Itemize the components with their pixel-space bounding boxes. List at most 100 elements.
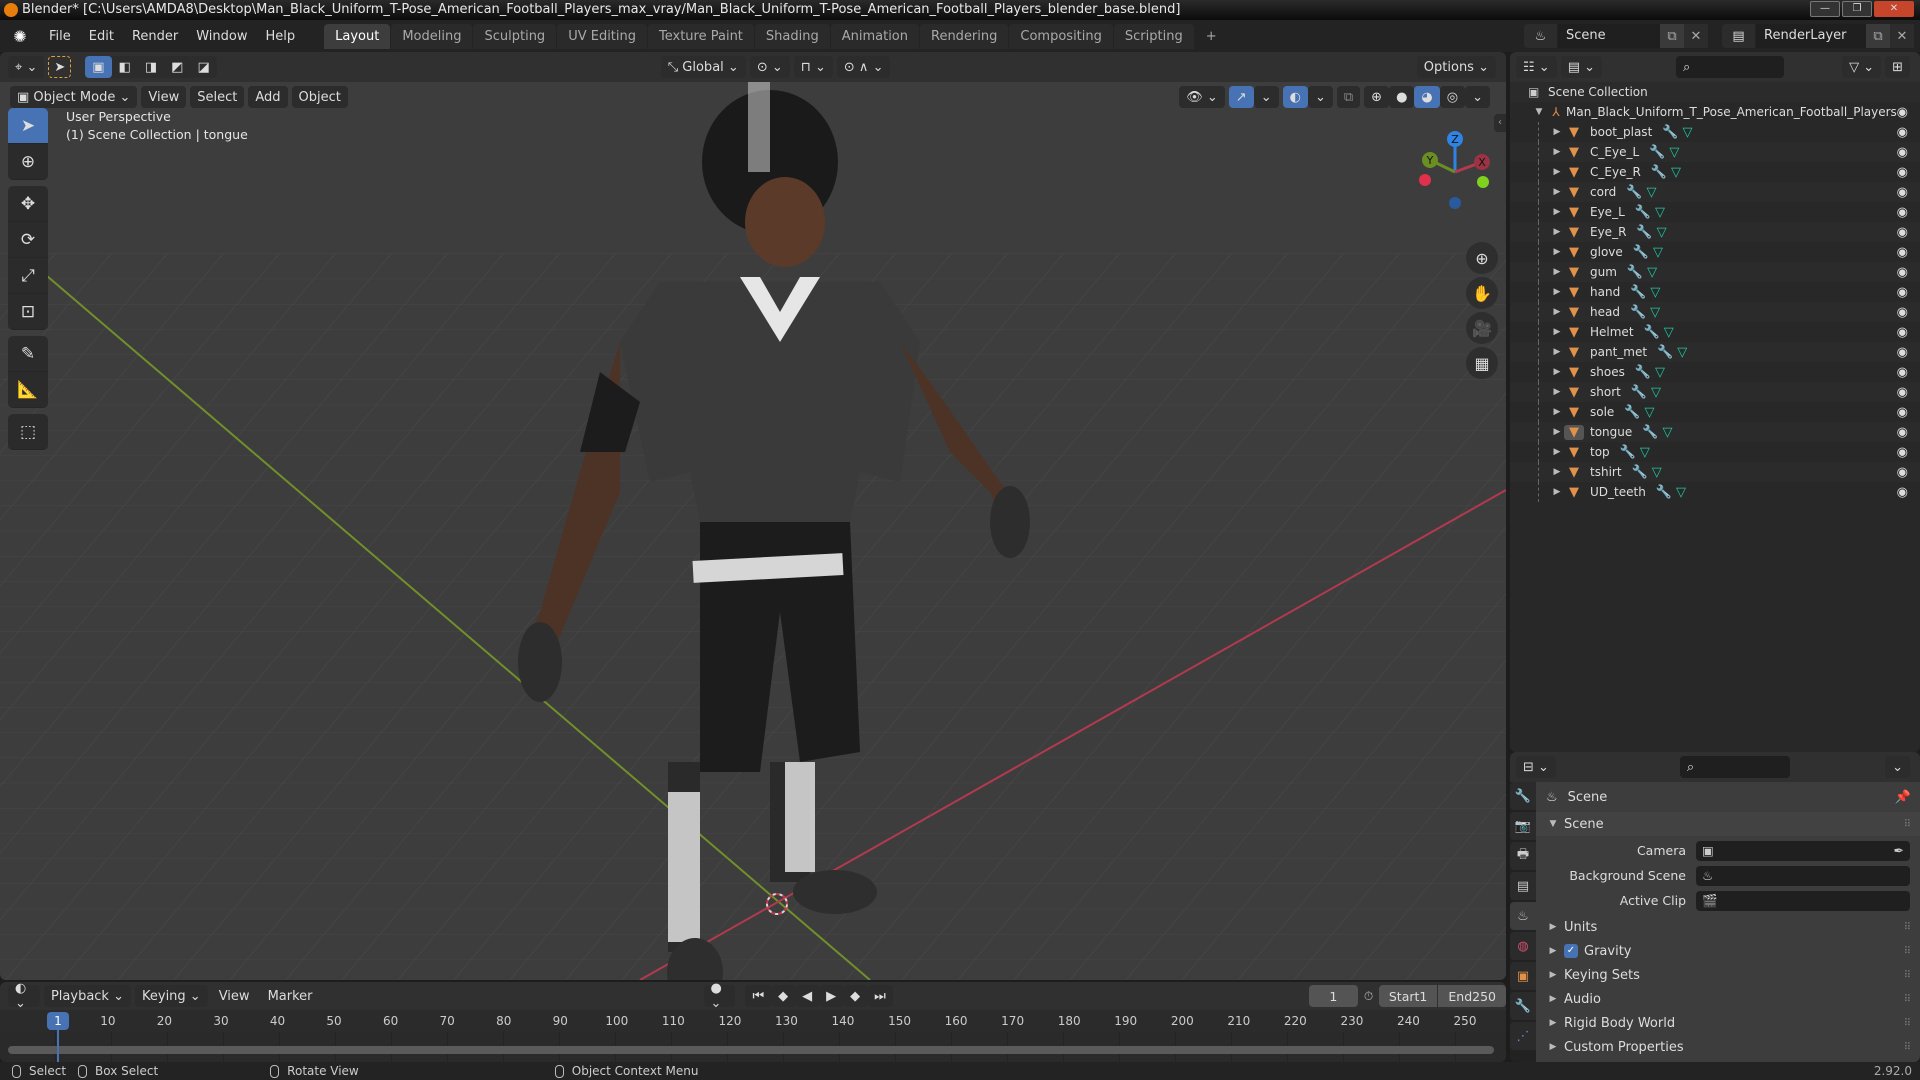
visibility-eye-icon[interactable]: ◉ bbox=[1897, 265, 1908, 280]
tab-sculpting[interactable]: Sculpting bbox=[473, 23, 557, 49]
expand-triangle-icon[interactable]: ▶ bbox=[1550, 267, 1564, 277]
select-mode-extend[interactable]: ◧ bbox=[111, 56, 138, 78]
outliner-object-row[interactable]: ▶ ▼ hand 🔧 ▽ ◉ bbox=[1510, 282, 1920, 302]
mesh-data-icon[interactable]: ▽ bbox=[1652, 465, 1662, 480]
modifier-wrench-icon[interactable]: 🔧 bbox=[1630, 305, 1646, 320]
menu-edit[interactable]: Edit bbox=[80, 29, 123, 44]
expand-triangle-icon[interactable]: ▶ bbox=[1550, 127, 1564, 137]
modifier-wrench-icon[interactable]: 🔧 bbox=[1644, 325, 1660, 340]
expand-triangle-icon[interactable]: ▶ bbox=[1550, 287, 1564, 297]
gravity-checkbox[interactable]: ✓ bbox=[1564, 944, 1578, 958]
close-button[interactable]: ✕ bbox=[1874, 1, 1914, 17]
visibility-eye-icon[interactable]: ◉ bbox=[1897, 125, 1908, 140]
mesh-data-icon[interactable]: ▽ bbox=[1676, 485, 1686, 500]
auto-keying-toggle[interactable]: ● ⌄ bbox=[703, 982, 736, 1011]
outliner-filter-view-layer[interactable]: ▤ ⌄ bbox=[1560, 56, 1602, 78]
modifier-tab[interactable]: 🔧 bbox=[1510, 992, 1536, 1020]
outliner-object-row[interactable]: ▶ ▼ pant_met 🔧 ▽ ◉ bbox=[1510, 342, 1920, 362]
visibility-eye-icon[interactable]: ◉ bbox=[1897, 465, 1908, 480]
outliner-filter-dropdown[interactable]: ▽ ⌄ bbox=[1842, 56, 1882, 78]
annotate-tool[interactable]: ✎ bbox=[8, 336, 48, 372]
visibility-eye-icon[interactable]: ◉ bbox=[1897, 445, 1908, 460]
expand-triangle-icon[interactable]: ▶ bbox=[1550, 367, 1564, 377]
visibility-eye-icon[interactable]: ◉ bbox=[1897, 105, 1908, 120]
add-workspace-button[interactable]: + bbox=[1195, 24, 1228, 49]
zoom-view-button[interactable]: ⊕ bbox=[1466, 242, 1498, 274]
properties-editor-type[interactable]: ⊟ ⌄ bbox=[1516, 756, 1556, 778]
mesh-data-icon[interactable]: ▽ bbox=[1662, 425, 1672, 440]
mesh-data-icon[interactable]: ▽ bbox=[1650, 305, 1660, 320]
tool-tab[interactable]: 🔧 bbox=[1510, 782, 1536, 810]
jump-to-end-button[interactable]: ⏭ bbox=[867, 985, 893, 1007]
scale-tool[interactable]: ⤢ bbox=[8, 258, 48, 294]
modifier-wrench-icon[interactable]: 🔧 bbox=[1620, 445, 1636, 460]
outliner-object-row[interactable]: ▶ ▼ gum 🔧 ▽ ◉ bbox=[1510, 262, 1920, 282]
keying-sets-panel[interactable]: ▶ Keying Sets ⠿ bbox=[1536, 963, 1920, 987]
expand-triangle-icon[interactable]: ▶ bbox=[1550, 427, 1564, 437]
options-dropdown[interactable]: Options ⌄ bbox=[1416, 56, 1496, 78]
outliner-display-mode[interactable]: ☷ ⌄ bbox=[1516, 56, 1557, 78]
custom-properties-panel[interactable]: ▶ Custom Properties ⠿ bbox=[1536, 1035, 1920, 1059]
xray-toggle[interactable]: ⧉ bbox=[1336, 86, 1361, 108]
select-box-tool[interactable]: ➤ bbox=[8, 108, 48, 144]
modifier-wrench-icon[interactable]: 🔧 bbox=[1649, 145, 1665, 160]
mesh-data-icon[interactable]: ▽ bbox=[1653, 245, 1663, 260]
pan-view-button[interactable]: ✋ bbox=[1466, 277, 1498, 309]
keying-menu[interactable]: Keying ⌄ bbox=[135, 985, 208, 1007]
tab-uv-editing[interactable]: UV Editing bbox=[557, 23, 648, 49]
select-mode-new[interactable]: ▣ bbox=[85, 56, 112, 78]
gizmo-toggle[interactable]: ↗ bbox=[1228, 86, 1254, 108]
shading-rendered[interactable]: ◎ bbox=[1439, 86, 1466, 108]
mesh-data-icon[interactable]: ▽ bbox=[1657, 225, 1667, 240]
active-clip-field[interactable]: 🎬 bbox=[1696, 890, 1910, 911]
eyedropper-icon[interactable]: ✒ bbox=[1894, 843, 1904, 858]
background-scene-field[interactable]: ♨ bbox=[1696, 865, 1910, 886]
outliner-object-row[interactable]: ▶ ▼ tongue 🔧 ▽ ◉ bbox=[1510, 422, 1920, 442]
menu-view[interactable]: View bbox=[141, 86, 187, 108]
camera-view-button[interactable]: 🎥 bbox=[1466, 312, 1498, 344]
mesh-data-icon[interactable]: ▽ bbox=[1671, 165, 1681, 180]
modifier-wrench-icon[interactable]: 🔧 bbox=[1662, 125, 1678, 140]
modifier-wrench-icon[interactable]: 🔧 bbox=[1651, 165, 1667, 180]
transform-orientation-dropdown[interactable]: ⤡ Global ⌄ bbox=[660, 56, 746, 78]
visibility-eye-icon[interactable]: ◉ bbox=[1897, 165, 1908, 180]
particles-tab[interactable]: ⋰ bbox=[1510, 1022, 1536, 1050]
modifier-wrench-icon[interactable]: 🔧 bbox=[1656, 485, 1672, 500]
shading-material-preview[interactable]: ◕ bbox=[1414, 86, 1440, 108]
delete-view-layer-button[interactable]: ✕ bbox=[1890, 24, 1914, 48]
visibility-eye-icon[interactable]: ◉ bbox=[1897, 405, 1908, 420]
view-layer-tab[interactable]: ▤ bbox=[1510, 872, 1536, 900]
expand-triangle-icon[interactable]: ▶ bbox=[1550, 207, 1564, 217]
expand-triangle-icon[interactable]: ▶ bbox=[1550, 187, 1564, 197]
tab-rendering[interactable]: Rendering bbox=[920, 23, 1009, 49]
visibility-eye-icon[interactable]: ◉ bbox=[1897, 485, 1908, 500]
outliner-object-row[interactable]: ▶ ▼ glove 🔧 ▽ ◉ bbox=[1510, 242, 1920, 262]
world-tab[interactable]: ◍ bbox=[1510, 932, 1536, 960]
expand-triangle-icon[interactable]: ▶ bbox=[1550, 147, 1564, 157]
new-scene-button[interactable]: ⧉ bbox=[1660, 24, 1684, 48]
modifier-wrench-icon[interactable]: 🔧 bbox=[1631, 385, 1647, 400]
expand-triangle-icon[interactable]: ▶ bbox=[1550, 447, 1564, 457]
object-tab[interactable]: ▣ bbox=[1510, 962, 1536, 990]
visibility-eye-icon[interactable]: ◉ bbox=[1897, 305, 1908, 320]
tab-texture-paint[interactable]: Texture Paint bbox=[648, 23, 754, 49]
outliner-object-row[interactable]: ▶ ▼ Helmet 🔧 ▽ ◉ bbox=[1510, 322, 1920, 342]
timeline-editor-type[interactable]: ◐ ⌄ bbox=[8, 982, 40, 1011]
mesh-data-icon[interactable]: ▽ bbox=[1646, 185, 1656, 200]
visibility-selectability-dropdown[interactable]: 👁 ⌄ bbox=[1179, 86, 1225, 108]
playhead[interactable]: 1 bbox=[47, 1012, 69, 1030]
outliner-object-row[interactable]: ▶ ▼ UD_teeth 🔧 ▽ ◉ bbox=[1510, 482, 1920, 502]
end-frame-field[interactable]: End 250 bbox=[1438, 985, 1506, 1007]
select-tool-indicator[interactable]: ➤ bbox=[48, 56, 72, 78]
collection-row[interactable]: ▼ ⅄ Man_Black_Uniform_T_Pose_American_Fo… bbox=[1510, 102, 1920, 122]
visibility-eye-icon[interactable]: ◉ bbox=[1897, 425, 1908, 440]
orthographic-toggle-button[interactable]: ▦ bbox=[1466, 347, 1498, 379]
outliner-object-row[interactable]: ▶ ▼ Eye_R 🔧 ▽ ◉ bbox=[1510, 222, 1920, 242]
overlays-dropdown[interactable]: ⌄ bbox=[1307, 86, 1333, 108]
expand-triangle-icon[interactable]: ▶ bbox=[1550, 487, 1564, 497]
tab-modeling[interactable]: Modeling bbox=[391, 23, 473, 49]
outliner-object-row[interactable]: ▶ ▼ sole 🔧 ▽ ◉ bbox=[1510, 402, 1920, 422]
shading-solid[interactable]: ● bbox=[1389, 86, 1415, 108]
outliner-object-row[interactable]: ▶ ▼ C_Eye_R 🔧 ▽ ◉ bbox=[1510, 162, 1920, 182]
tab-scripting[interactable]: Scripting bbox=[1113, 23, 1194, 49]
